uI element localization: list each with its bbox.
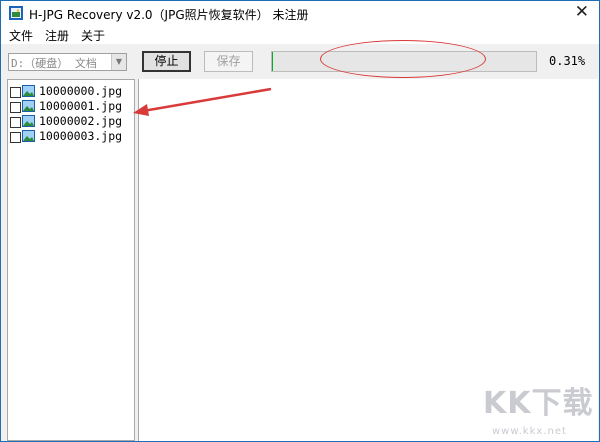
file-checkbox[interactable] — [10, 102, 21, 113]
file-name: 10000000.jpg — [39, 84, 123, 98]
file-name: 10000003.jpg — [39, 129, 123, 143]
image-file-icon — [22, 85, 35, 97]
menu-file[interactable]: 文件 — [9, 27, 33, 44]
window-title: H-JPG Recovery v2.0（JPG照片恢复软件） 未注册 — [29, 8, 309, 22]
drive-select[interactable]: D:（硬盘） 文档 ▼ — [8, 53, 127, 71]
annotation-arrow-icon — [133, 87, 272, 116]
save-button[interactable]: 保存 — [204, 51, 253, 72]
recovered-file-list[interactable]: 10000000.jpg 10000001.jpg 10000002.jpg 1… — [7, 79, 135, 441]
drive-select-value: D:（硬盘） 文档 — [11, 57, 97, 70]
watermark-url: www.kkx.net — [492, 426, 567, 437]
watermark-logo: KK下载 www.kkx.net — [478, 374, 596, 438]
menu-about[interactable]: 关于 — [81, 27, 105, 44]
menu-register[interactable]: 注册 — [45, 27, 69, 44]
chevron-down-icon[interactable]: ▼ — [111, 54, 126, 70]
progress-percent: 0.31% — [549, 54, 586, 68]
image-file-icon — [22, 115, 35, 127]
annotation-ellipse — [320, 40, 486, 78]
file-name: 10000002.jpg — [39, 114, 123, 128]
image-file-icon — [22, 130, 35, 142]
watermark-brand: KK下载 — [483, 386, 594, 421]
progress-fill — [272, 52, 273, 71]
file-checkbox[interactable] — [10, 87, 21, 98]
file-checkbox[interactable] — [10, 132, 21, 143]
menu-bar: 文件 注册 关于 — [1, 25, 599, 44]
toolbar: D:（硬盘） 文档 ▼ 停止 保存 0.31% — [1, 44, 599, 76]
close-icon[interactable]: ✕ — [575, 2, 589, 22]
title-bar[interactable]: H-JPG Recovery v2.0（JPG照片恢复软件） 未注册 ✕ — [1, 1, 599, 25]
stop-button[interactable]: 停止 — [142, 51, 191, 72]
image-file-icon — [22, 100, 35, 112]
file-name: 10000001.jpg — [39, 99, 123, 113]
file-checkbox[interactable] — [10, 117, 21, 128]
app-icon — [9, 6, 23, 20]
